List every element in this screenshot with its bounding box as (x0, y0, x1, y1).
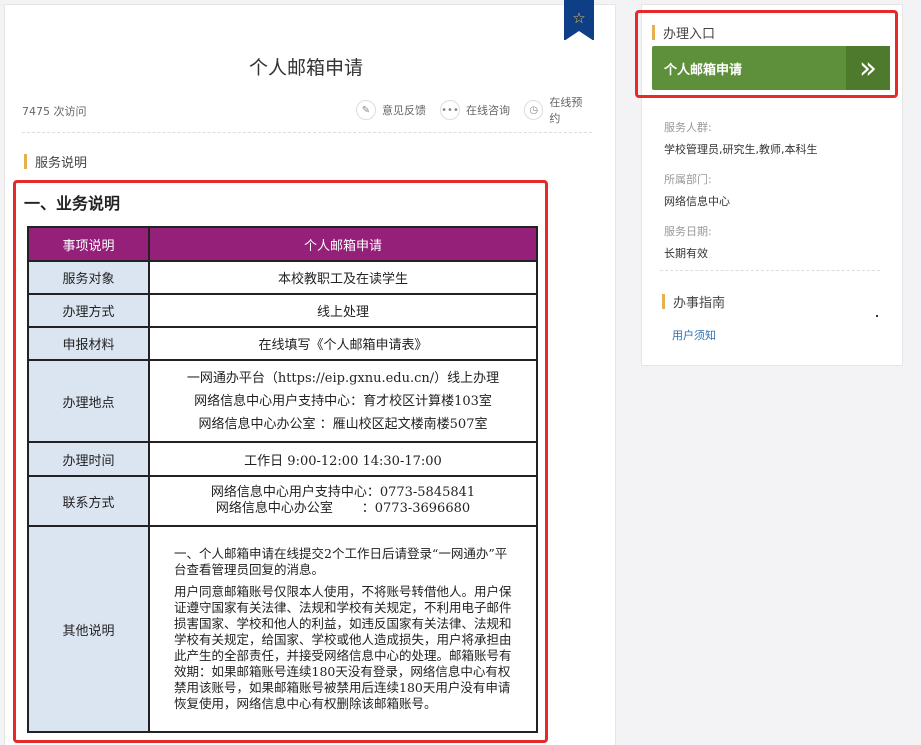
location-line: 网络信息中心用户支持中心：育才校区计算楼103室 (194, 393, 492, 409)
table-row: 其他说明 一、个人邮箱申请在线提交2个工作日后请登录“一网通办”平台查看管理员回… (27, 525, 538, 733)
feedback-button[interactable]: ✎ 意见反馈 (356, 99, 426, 121)
accent-bar (652, 24, 655, 40)
row-value: 一网通办平台（https://eip.gxnu.edu.cn/）线上办理 网络信… (148, 359, 538, 443)
service-people-value: 学校管理员,研究生,教师,本科生 (664, 143, 818, 156)
accent-bar (24, 153, 27, 169)
row-label: 申报材料 (27, 326, 150, 361)
service-date-value: 长期有效 (664, 247, 708, 260)
page-title: 个人邮箱申请 (248, 57, 363, 79)
consult-label: 在线咨询 (466, 104, 510, 117)
row-label: 办理地点 (27, 359, 150, 443)
location-line: 网络信息中心办公室 ：雁山校区起文楼南楼507室 (198, 416, 488, 432)
entry-heading: 办理入口 (652, 23, 716, 42)
location-line: 一网通办平台（https://eip.gxnu.edu.cn/）线上办理 (186, 370, 500, 386)
row-label: 办理时间 (27, 441, 150, 477)
booking-label: 在线预约 (549, 96, 583, 125)
header-value: 个人邮箱申请 (148, 226, 538, 262)
table-header-row: 事项说明 个人邮箱申请 (27, 226, 538, 262)
visit-count: 7475 次访问 (22, 105, 87, 118)
row-label: 其他说明 (27, 525, 150, 733)
divider (22, 132, 592, 133)
guide-heading: 办事指南 (662, 292, 726, 311)
row-label: 联系方式 (27, 475, 150, 527)
service-description-heading: 服务说明 (24, 152, 88, 171)
double-chevron-right-icon: ›› (846, 46, 890, 90)
row-value: 线上处理 (148, 293, 538, 328)
entry-label: 办理入口 (663, 26, 716, 42)
online-booking-button[interactable]: ◷ 在线预约 (524, 96, 592, 125)
apply-button-label: 个人邮箱申请 (664, 62, 743, 78)
user-notice-link[interactable]: 用户须知 (672, 327, 716, 343)
row-label: 办理方式 (27, 293, 150, 328)
clock-icon: ◷ (524, 100, 544, 120)
table-row: 申报材料 在线填写《个人邮箱申请表》 (27, 326, 538, 361)
sidebar-divider (660, 270, 880, 271)
feedback-label: 意见反馈 (382, 104, 426, 117)
dot (876, 315, 878, 317)
table-row: 办理时间 工作日 9:00-12:00 14:30-17:00 (27, 441, 538, 477)
note-paragraph: 一、个人邮箱申请在线提交2个工作日后请登录“一网通办”平台查看管理员回复的消息。 (174, 546, 508, 577)
row-value: 一、个人邮箱申请在线提交2个工作日后请登录“一网通办”平台查看管理员回复的消息。… (148, 525, 538, 733)
row-value: 在线填写《个人邮箱申请表》 (148, 326, 538, 361)
favorite-bookmark[interactable]: ☆ (564, 0, 594, 41)
contact-line: 网络信息中心办公室 ：0773-3696680 (215, 501, 471, 516)
star-icon: ☆ (572, 9, 586, 27)
note-paragraph: 用户同意邮箱账号仅限本人使用，不将账号转借他人。用户保证遵守国家有关法律、法规和… (174, 584, 512, 711)
header-label: 事项说明 (27, 226, 150, 262)
online-consult-button[interactable]: ••• 在线咨询 (440, 99, 510, 121)
apply-mailbox-button[interactable]: 个人邮箱申请 ›› (652, 46, 890, 90)
service-people-key: 服务人群: (664, 121, 712, 134)
accent-bar (662, 293, 665, 309)
guide-label: 办事指南 (673, 295, 726, 311)
table-row: 服务对象 本校教职工及在读学生 (27, 260, 538, 295)
table-row: 办理方式 线上处理 (27, 293, 538, 328)
row-value: 网络信息中心用户支持中心：0773-5845841 网络信息中心办公室 ：0773… (148, 475, 538, 527)
chat-icon: ••• (440, 100, 460, 120)
department-value: 网络信息中心 (664, 195, 730, 208)
contact-line: 网络信息中心用户支持中心：0773-5845841 (210, 485, 476, 500)
pencil-icon: ✎ (356, 100, 376, 120)
meta-row: 7475 次访问 ✎ 意见反馈 ••• 在线咨询 ◷ 在线预约 (22, 96, 592, 125)
row-value: 本校教职工及在读学生 (148, 260, 538, 295)
row-label: 服务对象 (27, 260, 150, 295)
department-key: 所属部门: (664, 173, 712, 186)
business-title: 一、业务说明 (24, 194, 121, 213)
table-row: 办理地点 一网通办平台（https://eip.gxnu.edu.cn/）线上办… (27, 359, 538, 443)
row-value: 工作日 9:00-12:00 14:30-17:00 (148, 441, 538, 477)
section-label: 服务说明 (35, 155, 88, 171)
service-date-key: 服务日期: (664, 225, 712, 238)
table-row: 联系方式 网络信息中心用户支持中心：0773-5845841 网络信息中心办公室 … (27, 475, 538, 527)
service-table: 事项说明 个人邮箱申请 服务对象 本校教职工及在读学生 办理方式 线上处理 申报… (27, 226, 538, 733)
